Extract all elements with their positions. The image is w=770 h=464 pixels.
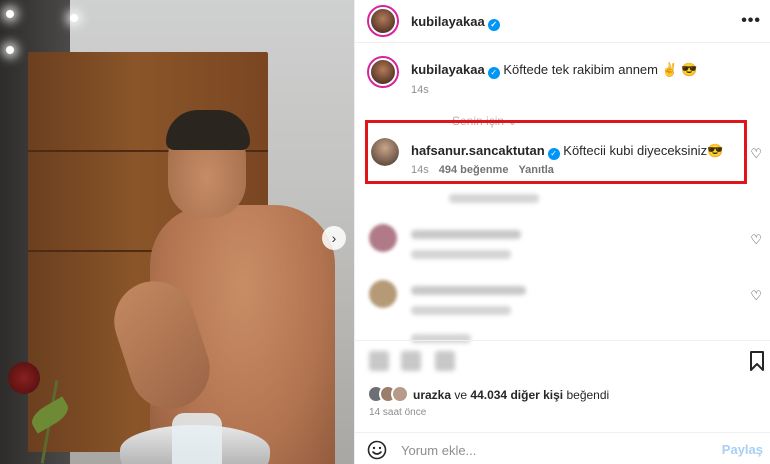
caption-username[interactable]: kubilayakaa [411, 62, 485, 77]
bottle [172, 413, 222, 464]
liker-avatar [391, 385, 409, 403]
verified-badge-icon: ✓ [487, 19, 500, 31]
reply-button[interactable]: Yanıtla [518, 164, 553, 176]
commenter-username[interactable]: hafsanur.sancaktutan [411, 143, 545, 158]
commenter-avatar[interactable] [371, 138, 399, 166]
share-icon[interactable] [435, 351, 455, 371]
caption-time: 14s [411, 84, 429, 96]
share-button[interactable]: Paylaş [722, 442, 763, 457]
post-header: kubilayakaa ✓ ••• [355, 0, 770, 43]
comment-time: 14s [411, 164, 429, 176]
post-sidebar: kubilayakaa ✓ ••• kubilayakaa ✓ Köftede te… [354, 0, 770, 464]
more-options-icon[interactable]: ••• [741, 12, 761, 30]
rose [8, 362, 40, 394]
caption-text: Köftede tek rakibim annem ✌️ 😎 [503, 62, 698, 77]
posted-time: 14 saat önce [369, 407, 427, 418]
bookmark-icon[interactable] [749, 351, 765, 371]
chevron-right-icon[interactable]: › [322, 226, 346, 250]
comment-bar: Paylaş [355, 432, 770, 464]
likes-count[interactable]: 44.034 diğer kişi [470, 388, 563, 402]
like-icon[interactable] [369, 351, 389, 371]
comment-likes[interactable]: 494 beğenme [439, 164, 509, 176]
emoji-icon[interactable] [367, 440, 387, 460]
comment-icon[interactable] [401, 351, 421, 371]
caption-avatar[interactable] [367, 56, 399, 88]
comment-text: Köftecii kubi diyeceksiniz😎 [563, 143, 724, 158]
verified-badge-icon: ✓ [487, 67, 500, 79]
author-avatar[interactable] [367, 5, 399, 37]
caption: kubilayakaa ✓ Köftede tek rakibim annem ✌… [411, 62, 698, 79]
highlight-comment: hafsanur.sancaktutan ✓ Köftecii kubi diye… [411, 143, 723, 160]
heart-icon[interactable]: ♡ [750, 232, 762, 248]
heart-icon[interactable]: ♡ [750, 146, 762, 162]
verified-badge-icon: ✓ [547, 148, 560, 160]
liker-username[interactable]: urazka [413, 388, 451, 402]
post-photo: › [0, 0, 354, 464]
heart-icon[interactable]: ♡ [750, 288, 762, 304]
author-username[interactable]: kubilayakaa [411, 14, 485, 29]
comment-input[interactable] [401, 439, 701, 461]
action-bar [355, 340, 770, 380]
